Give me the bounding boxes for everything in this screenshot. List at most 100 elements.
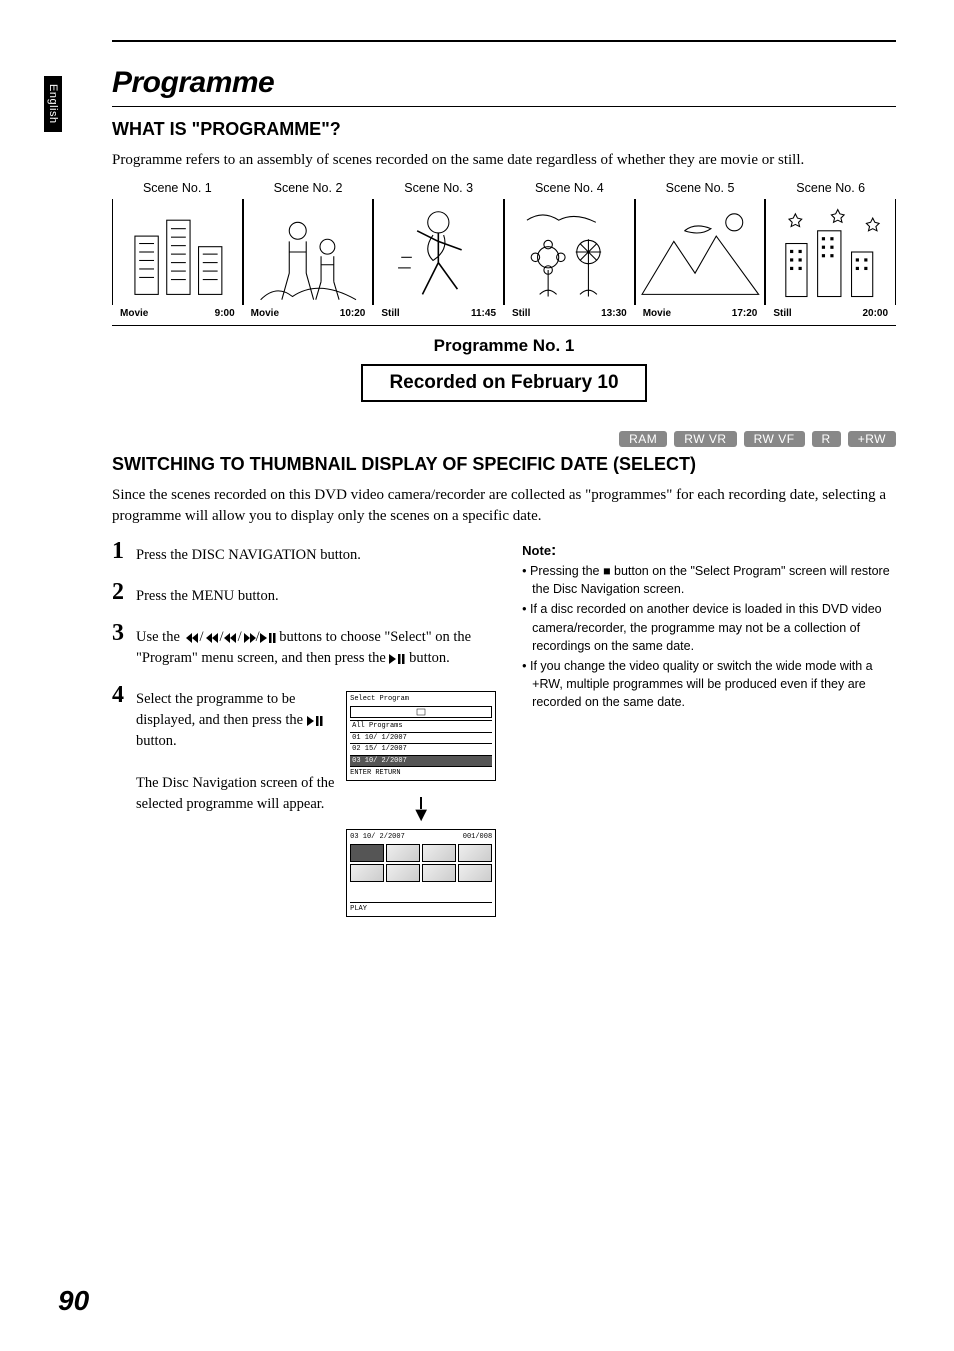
top-rule (112, 40, 896, 42)
scenes-row: Scene No. 1 Movie 9:00 Scene No. 2 (112, 181, 896, 319)
scene-illustration (504, 199, 635, 305)
scene-illustration (112, 199, 243, 305)
scene-5: Scene No. 5 Movie 17:20 (635, 181, 766, 319)
note-colon: : (551, 542, 556, 559)
steps-column: 1 Press the DISC NAVIGATION button. 2 Pr… (112, 539, 496, 931)
thumbnail (422, 864, 456, 882)
fastforward-icon (242, 633, 256, 643)
step-number: 3 (112, 621, 130, 669)
scene-type: Still (381, 308, 399, 319)
ui-previews: Select Program All Programs 01 10/ 1/200… (346, 691, 496, 917)
programme-number: Programme No. 1 (112, 336, 896, 356)
scene-illustration (635, 199, 766, 305)
mountain-icon (636, 199, 765, 305)
step-4: 4 Select the programme to be displayed, … (112, 683, 496, 917)
badge-r: R (812, 431, 841, 447)
step-text: Press the MENU button. (136, 580, 496, 607)
step-text: Press the DISC NAVIGATION button. (136, 539, 496, 566)
title-underline (112, 106, 896, 107)
girl-running-icon (374, 199, 503, 305)
thumbnail (386, 864, 420, 882)
ui-header-left: 03 10/ 2/2007 (350, 833, 405, 841)
step-1: 1 Press the DISC NAVIGATION button. (112, 539, 496, 566)
disc-navigation-screen: 03 10/ 2/2007 001/008 PLAY (346, 829, 496, 917)
next-track-icon (204, 633, 220, 643)
list-item: 02 15/ 1/2007 (350, 743, 492, 754)
ui-footer-left: PLAY (350, 905, 367, 913)
scene-type: Movie (120, 308, 148, 319)
ui-title: Select Program (350, 695, 492, 703)
step-2: 2 Press the MENU button. (112, 580, 496, 607)
step-3: 3 Use the //// buttons to choose "Select… (112, 621, 496, 669)
scene-illustration (373, 199, 504, 305)
step-number: 4 (112, 683, 130, 917)
scene-2: Scene No. 2 Movie 10:20 (243, 181, 374, 319)
recorded-date-box: Recorded on February 10 (361, 364, 646, 402)
scene-illustration (765, 199, 896, 305)
format-badges: RAM RW VR RW VF R +RW (112, 430, 896, 448)
scene-label: Scene No. 5 (635, 181, 766, 195)
note-heading: Note (522, 543, 551, 558)
note-item: • If a disc recorded on another device i… (522, 600, 896, 654)
scene-underline (112, 325, 896, 326)
family-icon (244, 199, 373, 305)
section1-heading: WHAT IS "PROGRAMME"? (112, 119, 896, 140)
down-arrow-icon: ▼ (411, 807, 431, 823)
list-item-selected: 03 10/ 2/2007 (350, 755, 492, 766)
scene-type: Movie (251, 308, 279, 319)
play-pause-icon (260, 633, 276, 643)
ui-buttons-row: ENTER RETURN (350, 766, 492, 777)
thumbnail (458, 844, 492, 862)
section2-heading: SWITCHING TO THUMBNAIL DISPLAY OF SPECIF… (112, 454, 896, 475)
movie-icon (416, 708, 426, 716)
step-number: 1 (112, 539, 130, 566)
note-item: • Pressing the ■ button on the "Select P… (522, 562, 896, 598)
scene-label: Scene No. 1 (112, 181, 243, 195)
step-text: Use the //// buttons to choose "Select" … (136, 621, 496, 669)
scene-time: 10:20 (340, 308, 366, 319)
thumbnail (458, 864, 492, 882)
buildings-icon (113, 199, 242, 305)
scene-time: 13:30 (601, 308, 627, 319)
scene-type: Still (512, 308, 530, 319)
scene-label: Scene No. 6 (765, 181, 896, 195)
list-item: All Programs (350, 720, 492, 731)
thumbnail (422, 844, 456, 862)
page-number: 90 (58, 1285, 89, 1317)
section2-body: Since the scenes recorded on this DVD vi… (112, 485, 896, 527)
badge-plusrw: +RW (848, 431, 896, 447)
section1-body: Programme refers to an assembly of scene… (112, 150, 896, 171)
ui-header-right: 001/008 (463, 833, 492, 841)
scene-label: Scene No. 4 (504, 181, 635, 195)
step-4-continuation: The Disc Navigation screen of the select… (136, 775, 335, 812)
badge-rwvr: RW VR (674, 431, 736, 447)
play-pause-icon (307, 716, 323, 726)
select-program-screen: Select Program All Programs 01 10/ 1/200… (346, 691, 496, 781)
scene-type: Still (773, 308, 791, 319)
scene-time: 11:45 (471, 308, 496, 319)
scene-time: 20:00 (862, 308, 888, 319)
scene-1: Scene No. 1 Movie 9:00 (112, 181, 243, 319)
thumbnail (350, 844, 384, 862)
play-pause-icon (389, 654, 405, 664)
scene-type: Movie (643, 308, 671, 319)
rewind-icon (224, 633, 238, 643)
scene-time: 9:00 (215, 308, 235, 319)
scene-illustration (243, 199, 374, 305)
notes-column: Note: • Pressing the ■ button on the "Se… (522, 539, 896, 931)
scene-6: Scene No. 6 (765, 181, 896, 319)
scene-3: Scene No. 3 Still11:45 (373, 181, 504, 319)
flowers-icon (505, 199, 634, 305)
page-title: Programme (112, 66, 896, 100)
scene-time: 17:20 (732, 308, 758, 319)
note-item: • If you change the video quality or swi… (522, 657, 896, 711)
badge-ram: RAM (619, 431, 667, 447)
thumbnail (386, 844, 420, 862)
scene-label: Scene No. 2 (243, 181, 374, 195)
night-city-icon (766, 199, 895, 305)
scene-4: Scene No. 4 Still 13:30 (504, 181, 635, 319)
thumbnail (350, 864, 384, 882)
step-number: 2 (112, 580, 130, 607)
badge-rwvf: RW VF (744, 431, 805, 447)
prev-track-icon (184, 633, 200, 643)
